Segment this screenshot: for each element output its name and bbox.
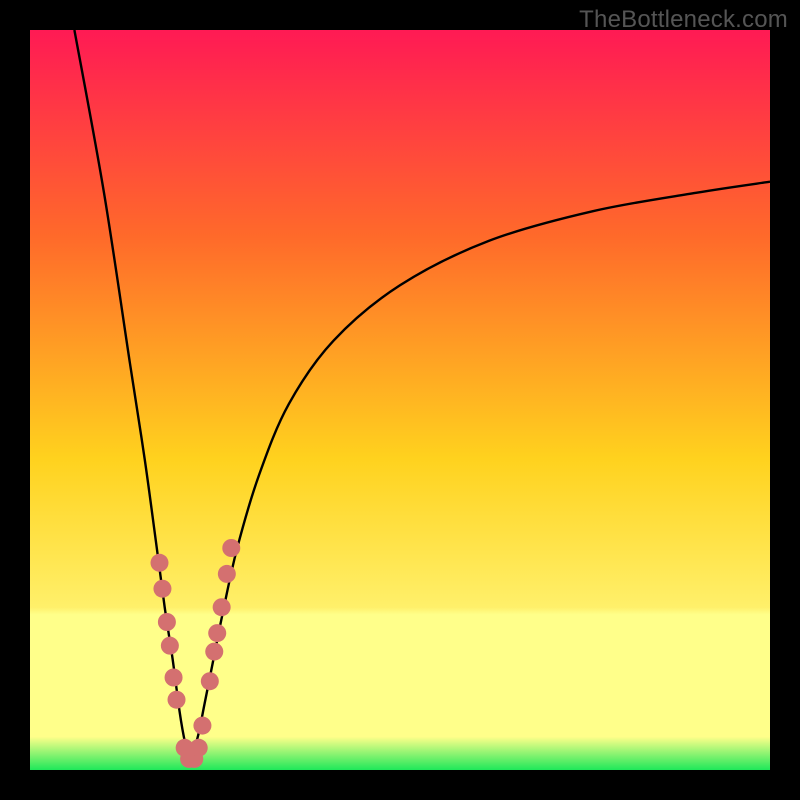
data-point	[158, 613, 176, 631]
data-point	[168, 691, 186, 709]
data-point	[213, 598, 231, 616]
data-point	[205, 643, 223, 661]
plot-area	[30, 30, 770, 770]
data-point	[201, 672, 219, 690]
data-point	[161, 637, 179, 655]
chart-svg	[30, 30, 770, 770]
data-point	[222, 539, 240, 557]
data-point	[153, 580, 171, 598]
chart-frame: TheBottleneck.com	[0, 0, 800, 800]
data-point	[193, 717, 211, 735]
gradient-background	[30, 30, 770, 770]
data-point	[165, 669, 183, 687]
data-point	[218, 565, 236, 583]
data-point	[208, 624, 226, 642]
data-point	[151, 554, 169, 572]
data-point	[190, 739, 208, 757]
